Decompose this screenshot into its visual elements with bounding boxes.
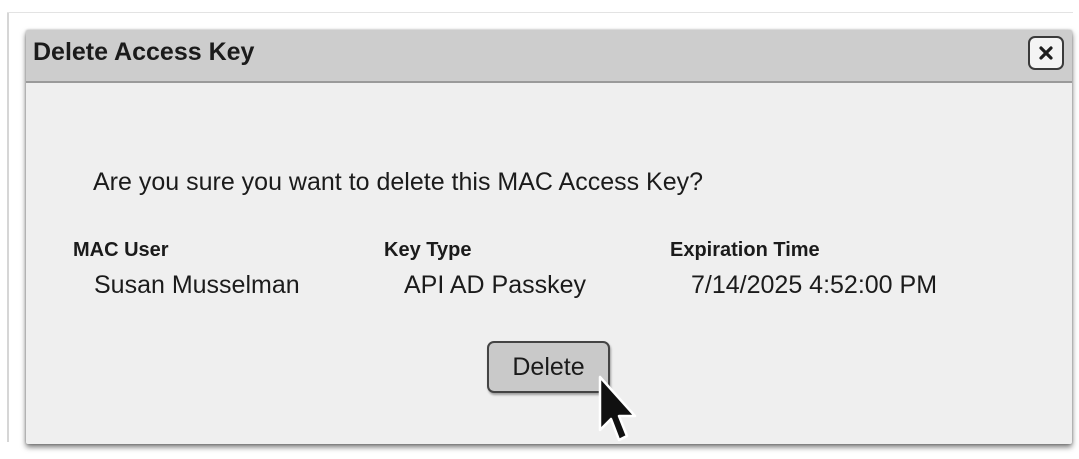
confirmation-question: Are you sure you want to delete this MAC… — [93, 168, 704, 196]
dialog-title: Delete Access Key — [33, 38, 255, 66]
background-divider — [7, 12, 9, 442]
close-button[interactable] — [1028, 36, 1064, 70]
close-icon — [1039, 46, 1053, 60]
expiration-time-label: Expiration Time — [670, 239, 820, 261]
key-type-label: Key Type — [384, 239, 472, 261]
mouse-pointer-icon — [598, 375, 637, 442]
key-type-value: API AD Passkey — [404, 271, 587, 299]
mac-user-value: Susan Musselman — [94, 271, 300, 299]
delete-button[interactable]: Delete — [487, 341, 610, 393]
page-background: Delete Access Key Are you sure you want … — [0, 0, 1079, 459]
delete-access-key-dialog: Delete Access Key Are you sure you want … — [26, 30, 1072, 444]
background-top-divider — [7, 12, 1073, 13]
mac-user-label: MAC User — [73, 239, 169, 261]
dialog-titlebar: Delete Access Key — [26, 30, 1072, 83]
expiration-time-value: 7/14/2025 4:52:00 PM — [691, 271, 938, 299]
